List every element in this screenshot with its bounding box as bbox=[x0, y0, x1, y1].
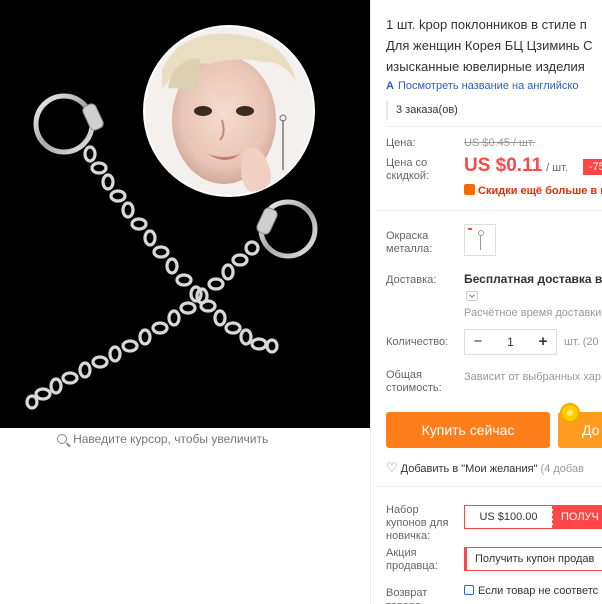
total-label: Общая стоимость: bbox=[386, 369, 442, 394]
discount-price-value: US $0.11 bbox=[464, 155, 543, 176]
promo-text: Скидки ещё больше в п bbox=[478, 185, 602, 197]
zoom-hint: Наведите курсор, чтобы увеличить bbox=[0, 432, 325, 446]
quantity-stepper: − 1 + bbox=[464, 329, 557, 355]
earring-thumb-icon bbox=[478, 230, 484, 236]
metal-color-swatch[interactable] bbox=[464, 224, 496, 256]
returns-label: Возврат товара bbox=[386, 587, 428, 604]
heart-icon: ♡ bbox=[386, 460, 398, 475]
promo-icon bbox=[464, 184, 475, 195]
seller-promo-label: Акция продавца: bbox=[386, 547, 438, 572]
seller-coupon-button[interactable]: Получить купон продав bbox=[464, 547, 602, 571]
product-photo bbox=[0, 0, 370, 428]
discount-badge: -75 bbox=[583, 159, 602, 175]
add-to-wishlist-link[interactable]: ♡ Добавить в "Мои желания" (4 добав bbox=[386, 460, 584, 476]
quantity-increase-button[interactable]: + bbox=[530, 330, 556, 354]
wishlist-label: Добавить в "Мои желания" bbox=[400, 463, 538, 475]
promo-link[interactable]: Скидки ещё больше в п bbox=[464, 184, 602, 197]
returns-info: Если товар не соответс bbox=[464, 585, 598, 597]
product-gallery: Наведите курсор, чтобы увеличить bbox=[0, 0, 370, 604]
quantity-input[interactable]: 1 bbox=[491, 330, 530, 354]
quantity-decrease-button[interactable]: − bbox=[465, 330, 491, 354]
price-unit: / шт. bbox=[546, 162, 568, 174]
original-price: US $0.45 / шт. bbox=[464, 137, 535, 149]
quantity-label: Количество: bbox=[386, 336, 449, 348]
translate-title-link[interactable]: A Посмотреть название на английско bbox=[386, 80, 578, 92]
product-title-line: изысканные ювелирные изделия bbox=[386, 59, 585, 74]
returns-text: Если товар не соответс bbox=[478, 585, 599, 597]
divider bbox=[386, 126, 602, 127]
newbie-coupon-label: Набор купонов для новичка: bbox=[386, 504, 449, 542]
newbie-coupon-amount: US $100.00 bbox=[465, 506, 553, 528]
magnifier-icon bbox=[56, 434, 67, 444]
shipping-estimate: Расчётное время доставки bbox=[464, 307, 602, 319]
coin-icon bbox=[560, 403, 580, 423]
orders-count: 3 заказа(ов) bbox=[386, 101, 466, 120]
product-title-line: Для женщин Корея БЦ Цзиминь С bbox=[386, 38, 593, 53]
divider bbox=[376, 486, 602, 487]
zoom-hint-text: Наведите курсор, чтобы увеличить bbox=[73, 432, 269, 446]
newbie-coupon[interactable]: US $100.00 ПОЛУЧ bbox=[464, 505, 602, 529]
shield-icon bbox=[464, 585, 474, 595]
divider bbox=[376, 210, 602, 211]
product-title: 1 шт. kpop поклонников в стиле п Для жен… bbox=[386, 14, 602, 77]
quantity-unit: шт. (20 bbox=[564, 336, 599, 348]
translate-icon: A bbox=[386, 80, 394, 92]
translate-link-text: Посмотреть название на английско bbox=[397, 80, 579, 92]
price-label: Цена: bbox=[386, 137, 416, 149]
product-title-line: 1 шт. kpop поклонников в стиле п bbox=[386, 17, 587, 32]
product-main-image[interactable] bbox=[0, 0, 370, 428]
get-coupon-button[interactable]: ПОЛУЧ bbox=[553, 506, 602, 528]
shipping-value[interactable]: Бесплатная доставка в R bbox=[464, 272, 602, 286]
wishlist-count: (4 добав bbox=[540, 463, 584, 475]
buy-now-button[interactable]: Купить сейчас bbox=[386, 412, 550, 448]
total-value: Зависит от выбранных хар bbox=[464, 371, 601, 383]
shipping-label: Доставка: bbox=[386, 274, 437, 286]
discount-price-label: Цена со скидкой: bbox=[386, 157, 430, 182]
discount-price: US $0.11/ шт. bbox=[464, 155, 568, 177]
divider bbox=[370, 0, 371, 604]
portrait-inset bbox=[143, 25, 315, 197]
product-info-panel: 1 шт. kpop поклонников в стиле п Для жен… bbox=[376, 0, 602, 604]
metal-color-label: Окраска металла: bbox=[386, 230, 433, 255]
chevron-down-icon[interactable] bbox=[466, 291, 478, 301]
